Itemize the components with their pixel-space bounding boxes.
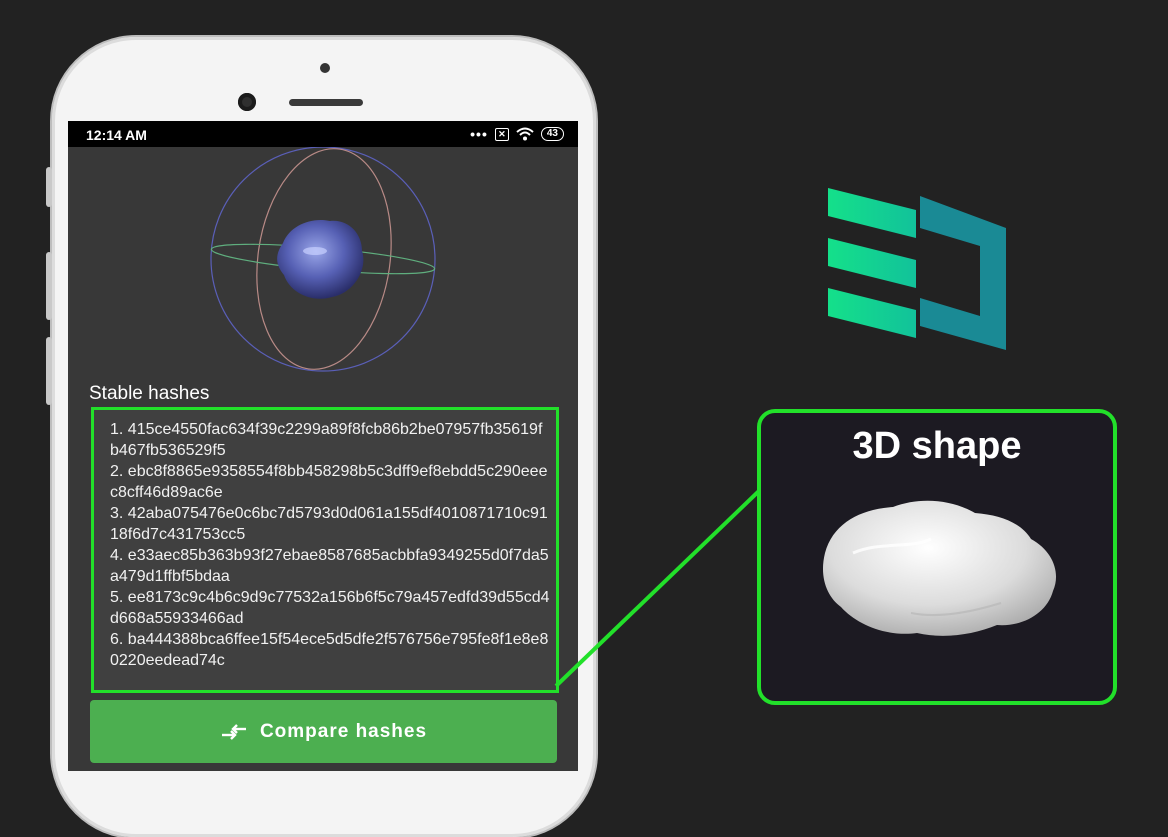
earpiece-speaker — [289, 99, 363, 106]
proximity-sensor — [320, 63, 330, 73]
stable-hashes-title: Stable hashes — [89, 383, 210, 404]
shape-mesh — [277, 219, 364, 299]
battery-indicator: 43 — [540, 127, 564, 141]
hash-item[interactable]: 2. ebc8f8865e9358554f8bb458298b5c3dff9ef… — [110, 461, 550, 503]
front-camera — [238, 93, 256, 111]
hash-item[interactable]: 5. ee8173c9c4b6c9d9c77532a156b6f5c79a457… — [110, 587, 550, 629]
shape-preview — [822, 500, 1057, 636]
brand-logo — [828, 188, 1006, 350]
sim-off-icon: ✕ — [494, 127, 509, 141]
hash-item[interactable]: 1. 415ce4550fac634f39c2299a89f8fcb86b2be… — [110, 419, 550, 461]
compare-hashes-button[interactable]: Compare hashes — [90, 700, 557, 763]
shape-callout: 3D shape — [757, 409, 1117, 705]
volume-down-button — [46, 337, 52, 405]
hash-list[interactable]: 1. 415ce4550fac634f39c2299a89f8fcb86b2be… — [91, 407, 559, 693]
status-bar: 12:14 AM ••• ✕ 43 — [68, 121, 578, 147]
compare-arrows-icon — [221, 723, 246, 740]
status-icons: ••• ✕ 43 — [470, 126, 564, 142]
more-dots-icon: ••• — [470, 126, 488, 142]
hash-item[interactable]: 6. ba444388bca6ffee15f54ece5d5dfe2f57675… — [110, 629, 550, 671]
hash-item[interactable]: 4. e33aec85b363b93f27ebae8587685acbbfa93… — [110, 545, 550, 587]
shape-3d-viewer[interactable] — [68, 147, 578, 377]
wifi-icon — [516, 127, 534, 141]
volume-up-button — [46, 252, 52, 320]
compare-hashes-label: Compare hashes — [259, 720, 428, 742]
phone-screen: 12:14 AM ••• ✕ 43 Stable hashes 1. 415ce… — [68, 121, 578, 771]
hash-item[interactable]: 3. 42aba075476e0c6bc7d5793d0d061a155df40… — [110, 503, 550, 545]
mute-switch — [46, 167, 52, 207]
status-time: 12:14 AM — [86, 127, 147, 143]
